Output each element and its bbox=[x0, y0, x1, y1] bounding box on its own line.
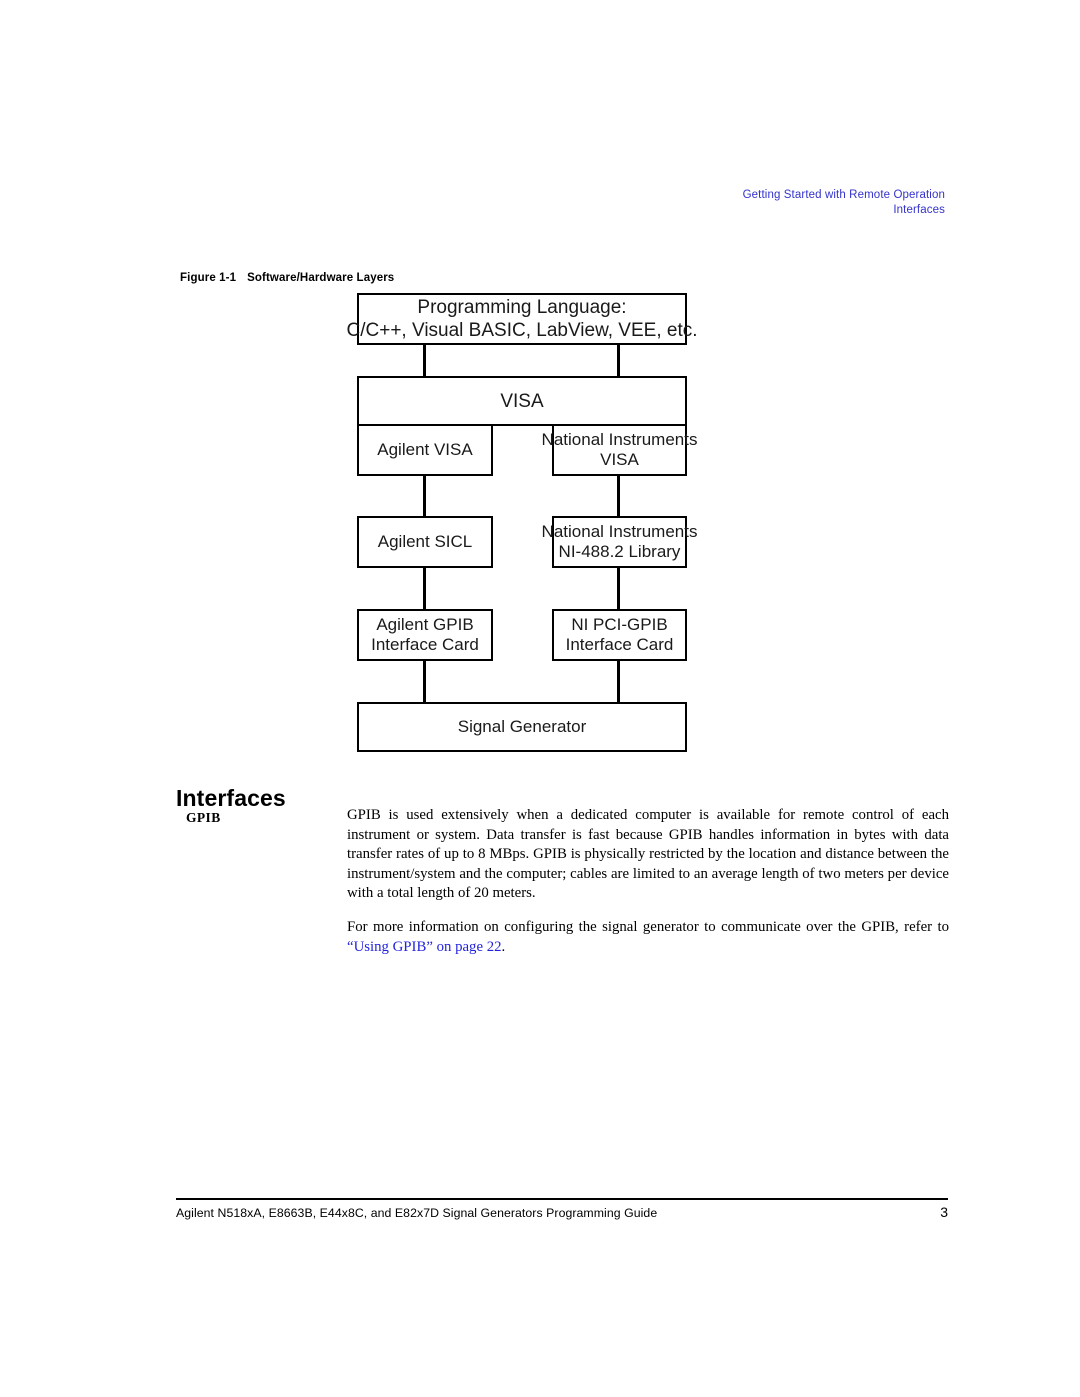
connector-agilent-visa-to-sicl bbox=[423, 474, 426, 518]
box-ni-488-library: National Instruments NI-488.2 Library bbox=[542, 516, 697, 568]
box-visa: VISA bbox=[357, 376, 687, 426]
box-ni-488-library-line-1: National Instruments bbox=[541, 522, 698, 541]
box-agilent-sicl: Agilent SICL bbox=[357, 516, 493, 568]
connector-pci-card-to-siggen bbox=[617, 659, 620, 703]
running-header: Getting Started with Remote Operation In… bbox=[425, 188, 945, 217]
gpib-paragraph-1: GPIB is used extensively when a dedicate… bbox=[347, 807, 949, 902]
gpib-paragraph-2: For more information on configuring the … bbox=[347, 918, 949, 957]
box-ni-visa: National Instruments VISA bbox=[542, 424, 697, 476]
box-ni-pci-gpib-card-line-2: Interface Card bbox=[565, 635, 674, 654]
connector-gpib-card-to-siggen bbox=[423, 659, 426, 703]
box-agilent-gpib-card-line-1: Agilent GPIB bbox=[376, 615, 474, 634]
box-programming-language-line-1: Programming Language: bbox=[417, 297, 627, 318]
figure-caption: Figure 1-1 Software/Hardware Layers bbox=[180, 272, 394, 284]
box-agilent-gpib-card-line-2: Interface Card bbox=[371, 635, 479, 654]
box-ni-pci-gpib-card-line-1: NI PCI-GPIB bbox=[571, 615, 668, 634]
gpib-paragraph-2-tail: . bbox=[501, 938, 506, 955]
box-programming-language: Programming Language: C/C++, Visual BASI… bbox=[347, 293, 698, 345]
box-agilent-sicl-label: Agilent SICL bbox=[377, 532, 473, 551]
box-ni-488-library-line-2: NI-488.2 Library bbox=[558, 542, 681, 561]
gpib-subsection-label: GPIB bbox=[186, 810, 221, 825]
running-header-line-2: Interfaces bbox=[893, 203, 945, 216]
connector-ni488-to-pci-card bbox=[617, 566, 620, 610]
page-title: Interfaces bbox=[176, 785, 286, 812]
box-signal-generator-label: Signal Generator bbox=[457, 717, 587, 736]
box-visa-label: VISA bbox=[500, 390, 544, 412]
box-programming-language-line-2: C/C++, Visual BASIC, LabView, VEE, etc. bbox=[346, 320, 698, 341]
box-agilent-gpib-interface-card: Agilent GPIB Interface Card bbox=[357, 609, 493, 661]
figure-caption-number: Figure 1-1 bbox=[180, 272, 237, 284]
box-ni-visa-line-1: National Instruments bbox=[541, 430, 698, 449]
connector-prog-to-visa-left bbox=[423, 343, 426, 376]
connector-ni-visa-to-ni488 bbox=[617, 474, 620, 518]
footer-page-number: 3 bbox=[940, 1204, 948, 1220]
gpib-paragraph-2-lead: For more information on configuring the … bbox=[347, 918, 949, 935]
box-agilent-visa: Agilent VISA bbox=[357, 424, 493, 476]
gpib-body-text: GPIB is used extensively when a dedicate… bbox=[347, 806, 949, 957]
box-signal-generator: Signal Generator bbox=[357, 702, 687, 752]
connector-sicl-to-gpib-card bbox=[423, 566, 426, 610]
box-ni-pci-gpib-interface-card: NI PCI-GPIB Interface Card bbox=[552, 609, 687, 661]
using-gpib-cross-reference-link[interactable]: “Using GPIB” on page 22 bbox=[347, 939, 502, 955]
footer-divider bbox=[176, 1198, 948, 1200]
box-agilent-visa-label: Agilent VISA bbox=[377, 440, 473, 459]
box-ni-visa-line-2: VISA bbox=[600, 450, 639, 469]
running-header-line-1: Getting Started with Remote Operation bbox=[742, 189, 945, 201]
connector-prog-to-visa-right bbox=[617, 343, 620, 376]
figure-caption-title: Software/Hardware Layers bbox=[247, 272, 395, 284]
